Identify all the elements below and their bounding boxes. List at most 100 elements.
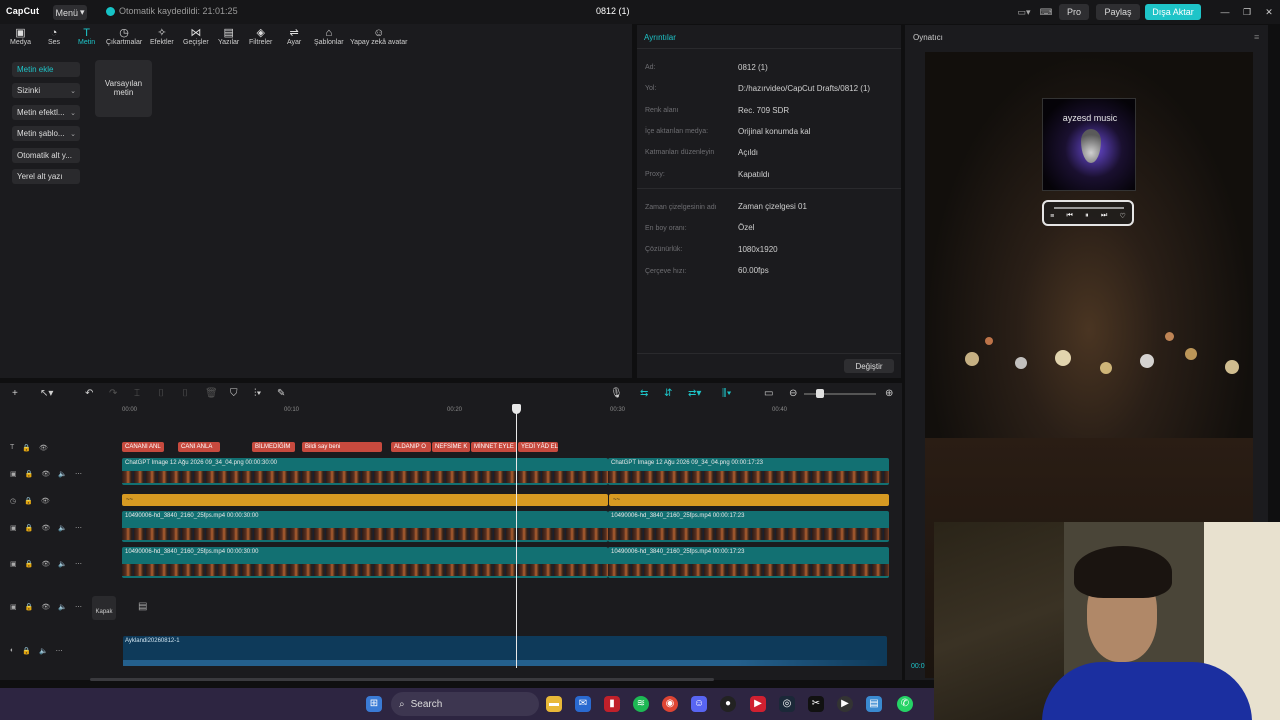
menu-icon[interactable]: ≡ [1254, 32, 1259, 42]
tool-text[interactable]: T Metin [78, 27, 95, 46]
lock-icon[interactable]: 🔒 [25, 524, 34, 532]
effect-clip[interactable]: ~~ [122, 494, 608, 506]
red-app-icon[interactable]: ▮ [604, 696, 620, 712]
outlook-icon[interactable]: ✉ [575, 696, 591, 712]
tool-stickers[interactable]: ◷ Çıkartmalar [106, 27, 142, 46]
zoom-out-icon[interactable]: ⊖ [789, 388, 797, 399]
shield-icon[interactable]: ⛉ [230, 388, 238, 399]
lock-icon[interactable]: 🔒 [25, 560, 34, 568]
windows-start-icon[interactable]: ⊞ [366, 696, 382, 712]
chrome-icon[interactable]: ◉ [662, 696, 678, 712]
menu-button[interactable]: Menü ▾ [53, 5, 87, 20]
restore-icon[interactable]: ❐ [1240, 4, 1254, 20]
microphone-icon[interactable]: 🎙 [610, 388, 623, 399]
share-button[interactable]: Paylaş [1096, 4, 1140, 20]
steam-icon[interactable]: ◎ [779, 696, 795, 712]
more-icon[interactable]: ⋯ [75, 560, 82, 568]
change-button[interactable]: Değiştir [844, 359, 894, 373]
cover-button[interactable]: Kapak [92, 596, 116, 620]
more-icon[interactable]: ⋯ [75, 524, 82, 532]
nav-auto-captions[interactable]: Otomatik alt y... [12, 148, 80, 163]
more-icon[interactable]: ⋯ [75, 470, 82, 478]
video-app-icon[interactable]: ▶ [750, 696, 766, 712]
tool-captions[interactable]: ▤ Yazılar [218, 27, 239, 46]
preview-axis-icon[interactable]: ⫼▾ [722, 388, 731, 399]
media-player-icon[interactable]: ▶ [837, 696, 853, 712]
lock-icon[interactable]: 🔒 [25, 470, 34, 478]
text-clip[interactable]: NEFSİME K [432, 442, 470, 452]
snap-icon[interactable]: ⇄▾ [688, 388, 701, 399]
add-track-icon[interactable]: + [12, 388, 18, 399]
spotify-icon[interactable]: ≋ [633, 696, 649, 712]
default-text-card[interactable]: Varsayılan metin [95, 60, 152, 117]
text-clip[interactable]: CANI ANLA [178, 442, 220, 452]
nav-text-templates[interactable]: Metin şablo... ⌄ [12, 126, 80, 141]
tool-media[interactable]: ▣ Medya [10, 27, 31, 46]
layout-icon[interactable]: ▭▾ [1010, 4, 1038, 20]
text-clip[interactable]: Bildi say beni [302, 442, 382, 452]
eye-icon[interactable]: 👁 [41, 524, 50, 532]
nav-local-captions[interactable]: Yerel alt yazı [12, 169, 80, 184]
eye-icon[interactable]: 👁 [41, 603, 50, 611]
tool-adjust[interactable]: ⇌ Ayar [287, 27, 301, 46]
lock-icon[interactable]: 🔒 [22, 647, 31, 655]
image-clip[interactable]: ChatGPT Image 12 Ağu 2026 09_34_04.png 0… [122, 458, 608, 485]
playhead[interactable] [516, 404, 517, 668]
effect-clip[interactable]: ~~ [609, 494, 889, 506]
tool-ai-avatar[interactable]: ☺ Yapay zekâ avatar [350, 27, 407, 46]
more-icon[interactable]: ⋯ [56, 647, 63, 655]
text-clip[interactable]: BİLMEDİĞİM [252, 442, 295, 452]
lock-icon[interactable]: 🔒 [25, 603, 34, 611]
split-left-icon[interactable]: ⌷ [158, 388, 164, 399]
speaker-icon[interactable]: 🔈 [58, 603, 67, 611]
video-clip[interactable]: 10490006-hd_3840_2160_25fps.mp4 00:00:30… [122, 511, 608, 542]
speaker-icon[interactable]: 🔈 [58, 470, 67, 478]
nav-add-text[interactable]: Metin ekle [12, 62, 80, 77]
magnet-icon[interactable]: ⇵ [664, 388, 672, 399]
redo-icon[interactable]: ↷ [109, 388, 117, 399]
eye-icon[interactable]: 👁 [41, 470, 50, 478]
split-icon[interactable]: ⌶ [134, 388, 140, 399]
speaker-icon[interactable]: 🔈 [58, 560, 67, 568]
captions-icon[interactable]: ▭ [764, 388, 773, 399]
github-icon[interactable]: ● [720, 696, 736, 712]
link-icon[interactable]: ⇆ [640, 388, 648, 399]
tool-filters[interactable]: ◈ Filtreler [249, 27, 272, 46]
tool-effects[interactable]: ✧ Efektler [150, 27, 174, 46]
speaker-icon[interactable]: 🔈 [39, 647, 48, 655]
minimize-icon[interactable]: — [1218, 4, 1232, 20]
tool-transitions[interactable]: ⋈ Geçişler [183, 27, 209, 46]
zoom-in-icon[interactable]: ⊕ [885, 388, 893, 399]
pen-icon[interactable]: ✎ [277, 388, 285, 399]
more-icon[interactable]: ⋯ [75, 603, 82, 611]
speaker-icon[interactable]: 🔈 [58, 524, 67, 532]
whatsapp-icon[interactable]: ✆ [897, 696, 913, 712]
lock-icon[interactable]: 🔒 [24, 497, 33, 505]
audio-clip[interactable]: Ayklandi20260812-1 [123, 636, 887, 666]
eye-icon[interactable]: 👁 [39, 444, 48, 452]
timeline-scrollbar[interactable] [90, 678, 714, 681]
transition-split-icon[interactable]: ⫶▾ [254, 388, 261, 399]
playhead-handle[interactable] [512, 404, 521, 414]
video-clip[interactable]: 10490006-hd_3840_2160_25fps.mp4 00:00:30… [122, 547, 608, 578]
close-icon[interactable]: ✕ [1262, 4, 1276, 20]
taskbar-search[interactable]: ⌕ Search [391, 692, 539, 716]
file-explorer-icon[interactable]: ▬ [546, 696, 562, 712]
video-clip[interactable]: 10490006-hd_3840_2160_25fps.mp4 00:00:17… [608, 511, 889, 542]
select-tool-icon[interactable]: ↖▾ [40, 388, 53, 399]
tool-audio[interactable]: ◔ Ses [48, 27, 60, 46]
nav-text-effects[interactable]: Metin efektl... ⌄ [12, 105, 80, 120]
export-button[interactable]: Dışa Aktar [1145, 4, 1201, 20]
text-clip[interactable]: YEDİ YÂD EL [518, 442, 558, 452]
tool-templates[interactable]: ⌂ Şablonlar [314, 27, 344, 46]
split-right-icon[interactable]: ⌷ [182, 388, 188, 399]
shortcuts-icon[interactable]: ⌨ [1039, 4, 1053, 20]
undo-icon[interactable]: ↶ [85, 388, 93, 399]
image-clip[interactable]: ChatGPT Image 12 Ağu 2026 09_34_04.png 0… [608, 458, 889, 485]
notepad-icon[interactable]: ▤ [866, 696, 882, 712]
video-preview[interactable]: ayzesd music ≡ ⏮ ⏸ ⏭ ♡ [925, 52, 1253, 438]
zoom-slider-handle[interactable] [816, 389, 824, 398]
text-clip[interactable]: MİNNET EYLE [471, 442, 517, 452]
eye-icon[interactable]: 👁 [41, 497, 50, 505]
lock-icon[interactable]: 🔒 [22, 444, 31, 452]
